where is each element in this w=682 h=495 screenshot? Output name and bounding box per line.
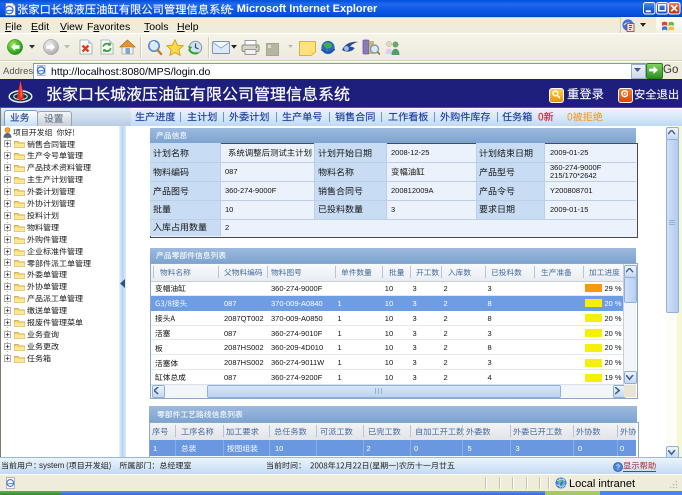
- svg-text:?: ?: [616, 464, 620, 471]
